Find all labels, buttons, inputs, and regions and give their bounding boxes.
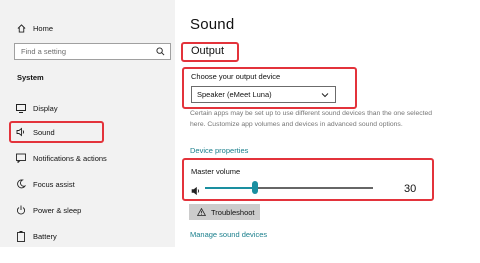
- sidebar-home[interactable]: Home: [0, 18, 175, 38]
- sidebar-item-power-sleep[interactable]: Power & sleep: [0, 200, 175, 220]
- warning-icon: [197, 208, 206, 216]
- manage-sound-devices-link[interactable]: Manage sound devices: [190, 230, 267, 239]
- sidebar-item-battery[interactable]: Battery: [0, 226, 175, 246]
- sidebar-item-notifications[interactable]: Notifications & actions: [0, 148, 175, 168]
- highlight-box-device: [182, 67, 357, 109]
- moon-icon: [16, 179, 26, 189]
- search-placeholder: Find a setting: [21, 47, 67, 56]
- notifications-icon: [16, 153, 26, 163]
- sidebar-item-label: Display: [33, 103, 58, 113]
- power-icon: [16, 205, 26, 215]
- sidebar-item-display[interactable]: Display: [0, 98, 175, 118]
- battery-icon: [16, 230, 26, 242]
- troubleshoot-button[interactable]: Troubleshoot: [189, 204, 260, 220]
- search-icon[interactable]: [156, 47, 165, 58]
- sidebar-item-label: Notifications & actions: [33, 153, 107, 163]
- section-title-system: System: [17, 73, 44, 82]
- bottom-margin: [0, 247, 480, 263]
- highlight-box-volume: [182, 158, 434, 201]
- sidebar-item-label: Focus assist: [33, 179, 75, 189]
- display-icon: [16, 103, 26, 113]
- sidebar-item-label: Battery: [33, 231, 57, 241]
- search-input[interactable]: Find a setting: [14, 43, 171, 60]
- troubleshoot-label: Troubleshoot: [211, 207, 255, 217]
- page-title: Sound: [190, 16, 235, 33]
- sidebar-home-label: Home: [33, 23, 54, 33]
- home-icon: [16, 23, 26, 33]
- sidebar-item-focus-assist[interactable]: Focus assist: [0, 174, 175, 194]
- highlight-box-output: [181, 42, 239, 62]
- device-properties-link[interactable]: Device properties: [190, 146, 248, 155]
- output-description: Certain apps may be set up to use differ…: [190, 110, 433, 128]
- sidebar-item-label: Power & sleep: [33, 205, 82, 215]
- highlight-box-sound: [9, 121, 104, 143]
